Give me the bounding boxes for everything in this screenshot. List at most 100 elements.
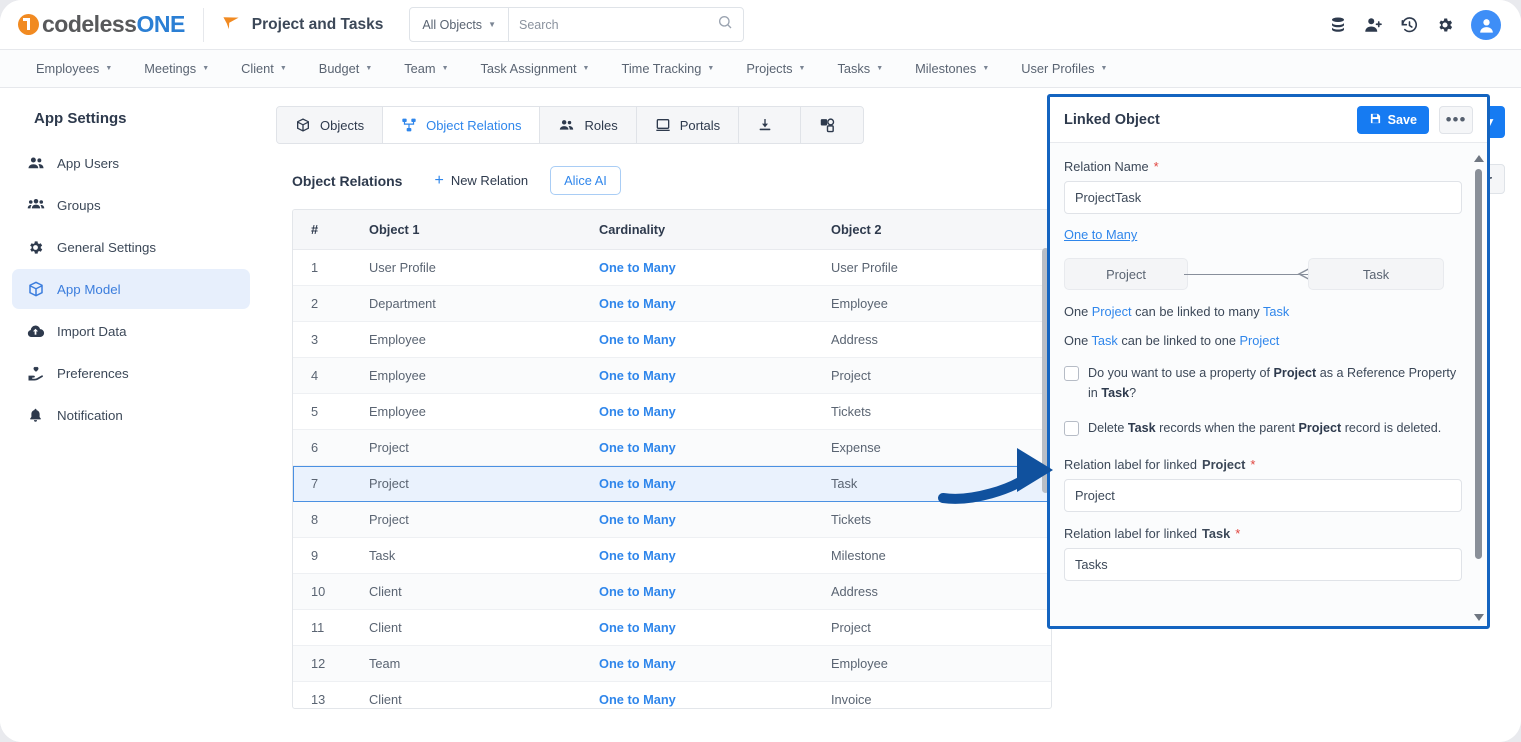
table-row[interactable]: 1 User Profile One to Many User Profile	[293, 249, 1051, 286]
cardinality-link[interactable]: One to Many	[599, 656, 676, 671]
table-row[interactable]: 2 Department One to Many Employee	[293, 285, 1051, 322]
database-icon[interactable]	[1329, 16, 1347, 34]
cell-cardinality[interactable]: One to Many	[581, 501, 813, 538]
panel-scrollbar-track[interactable]	[1475, 169, 1482, 607]
cell-cardinality[interactable]: One to Many	[581, 357, 813, 394]
cell-object2: Tickets	[813, 393, 1051, 430]
table-row[interactable]: 13 Client One to Many Invoice	[293, 681, 1051, 708]
cell-number: 10	[293, 573, 351, 610]
table-row[interactable]: 11 Client One to Many Project	[293, 609, 1051, 646]
cardinality-link[interactable]: One to Many	[599, 620, 676, 635]
logo[interactable]: codeless ONE	[18, 11, 185, 38]
table-row[interactable]: 3 Employee One to Many Address	[293, 321, 1051, 358]
chevron-down-icon: ▼	[876, 65, 884, 72]
relation-name-input[interactable]	[1064, 181, 1462, 214]
tab-shapes[interactable]	[801, 107, 864, 143]
sidebar-item-app-model[interactable]: App Model	[12, 269, 250, 309]
save-button[interactable]: Save	[1356, 105, 1429, 134]
table-row[interactable]: 8 Project One to Many Tickets	[293, 501, 1051, 538]
diagram-box-right[interactable]: Task	[1308, 258, 1444, 290]
menu-item-client[interactable]: Client ▼	[225, 61, 303, 76]
menu-item-projects[interactable]: Projects ▼	[730, 61, 821, 76]
cardinality-link[interactable]: One to Many	[599, 440, 676, 455]
cardinality-link[interactable]: One to Many	[599, 512, 676, 527]
tab-portals[interactable]: Portals	[636, 107, 740, 143]
search-icon[interactable]	[717, 14, 733, 35]
add-user-icon[interactable]	[1364, 16, 1383, 34]
menu-bar: Employees ▼ Meetings ▼ Client ▼ Budget ▼ Tea…	[0, 50, 1521, 88]
scroll-down-arrow-icon[interactable]	[1474, 614, 1484, 621]
cell-cardinality[interactable]: One to Many	[581, 393, 813, 430]
panel-scrollbar[interactable]	[1474, 155, 1484, 621]
cardinality-link[interactable]: One to Many	[599, 404, 676, 419]
sidebar-item-import-data[interactable]: Import Data	[12, 311, 250, 351]
table-row[interactable]: 4 Employee One to Many Project	[293, 357, 1051, 394]
sidebar-item-label: App Users	[57, 155, 120, 171]
col-header-object2[interactable]: Object 2	[813, 210, 1051, 250]
cardinality-link[interactable]: One to Many	[599, 296, 676, 311]
table-row-selected[interactable]: 7 Project One to Many Task	[293, 465, 1051, 502]
cardinality-link[interactable]: One to Many	[599, 548, 676, 563]
diagram-box-left[interactable]: Project	[1064, 258, 1188, 290]
table-row[interactable]: 6 Project One to Many Expense	[293, 429, 1051, 466]
plus-icon: +	[434, 171, 444, 189]
cell-object1: Team	[351, 645, 581, 682]
sidebar-item-groups[interactable]: Groups	[12, 185, 250, 225]
cell-cardinality[interactable]: One to Many	[581, 429, 813, 466]
cell-cardinality[interactable]: One to Many	[581, 465, 813, 502]
cascade-delete-checkbox[interactable]	[1064, 421, 1079, 437]
menu-item-tasks[interactable]: Tasks ▼	[821, 61, 899, 76]
sidebar-item-preferences[interactable]: Preferences	[12, 353, 250, 393]
sidebar-item-notification[interactable]: Notification	[12, 395, 250, 435]
cardinality-link[interactable]: One to Many	[599, 476, 676, 491]
tab-roles[interactable]: Roles	[540, 107, 637, 143]
cell-cardinality[interactable]: One to Many	[581, 285, 813, 322]
alice-ai-button[interactable]: Alice AI	[550, 166, 621, 195]
cell-cardinality[interactable]: One to Many	[581, 249, 813, 286]
new-relation-button[interactable]: + New Relation	[434, 171, 528, 189]
table-row[interactable]: 10 Client One to Many Address	[293, 573, 1051, 610]
menu-item-budget[interactable]: Budget ▼	[303, 61, 389, 76]
panel-scrollbar-thumb[interactable]	[1475, 169, 1482, 559]
scroll-up-arrow-icon[interactable]	[1474, 155, 1484, 162]
menu-item-user-profiles[interactable]: User Profiles ▼	[1005, 61, 1123, 76]
cell-cardinality[interactable]: One to Many	[581, 645, 813, 682]
cardinality-link[interactable]: One to Many	[599, 332, 676, 347]
menu-item-task-assignment[interactable]: Task Assignment ▼	[465, 61, 606, 76]
menu-item-employees[interactable]: Employees ▼	[20, 61, 128, 76]
tab-object-relations[interactable]: Object Relations	[383, 107, 541, 143]
tab-import[interactable]	[739, 107, 802, 143]
cardinality-link[interactable]: One to Many	[1064, 227, 1137, 242]
sidebar-item-app-users[interactable]: App Users	[12, 143, 250, 183]
gear-icon[interactable]	[1436, 16, 1454, 34]
cell-cardinality[interactable]: One to Many	[581, 321, 813, 358]
table-row[interactable]: 5 Employee One to Many Tickets	[293, 393, 1051, 430]
menu-item-team[interactable]: Team ▼	[388, 61, 464, 76]
col-header-number[interactable]: #	[293, 210, 351, 250]
col-header-cardinality[interactable]: Cardinality	[581, 210, 813, 250]
relation-label-project-input[interactable]	[1064, 478, 1462, 512]
menu-item-time-tracking[interactable]: Time Tracking ▼	[605, 61, 730, 76]
cell-cardinality[interactable]: One to Many	[581, 537, 813, 574]
cell-cardinality[interactable]: One to Many	[581, 681, 813, 708]
cardinality-link[interactable]: One to Many	[599, 692, 676, 707]
cardinality-link[interactable]: One to Many	[599, 260, 676, 275]
tab-objects[interactable]: Objects	[277, 107, 384, 143]
cell-cardinality[interactable]: One to Many	[581, 573, 813, 610]
col-header-object1[interactable]: Object 1	[351, 210, 581, 250]
relation-label-task-input[interactable]	[1064, 547, 1462, 581]
cardinality-link[interactable]: One to Many	[599, 368, 676, 383]
avatar[interactable]	[1471, 10, 1501, 40]
history-icon[interactable]	[1400, 16, 1419, 35]
cell-cardinality[interactable]: One to Many	[581, 609, 813, 646]
sidebar-item-general-settings[interactable]: General Settings	[12, 227, 250, 267]
table-row[interactable]: 12 Team One to Many Employee	[293, 645, 1051, 682]
cardinality-link[interactable]: One to Many	[599, 584, 676, 599]
menu-item-milestones[interactable]: Milestones ▼	[899, 61, 1005, 76]
table-row[interactable]: 9 Task One to Many Milestone	[293, 537, 1051, 574]
reference-property-checkbox[interactable]	[1064, 366, 1079, 381]
menu-item-meetings[interactable]: Meetings ▼	[128, 61, 225, 76]
search-input[interactable]	[518, 17, 718, 32]
all-objects-dropdown[interactable]: All Objects ▼	[410, 8, 509, 41]
more-options-button[interactable]: •••	[1439, 105, 1473, 134]
